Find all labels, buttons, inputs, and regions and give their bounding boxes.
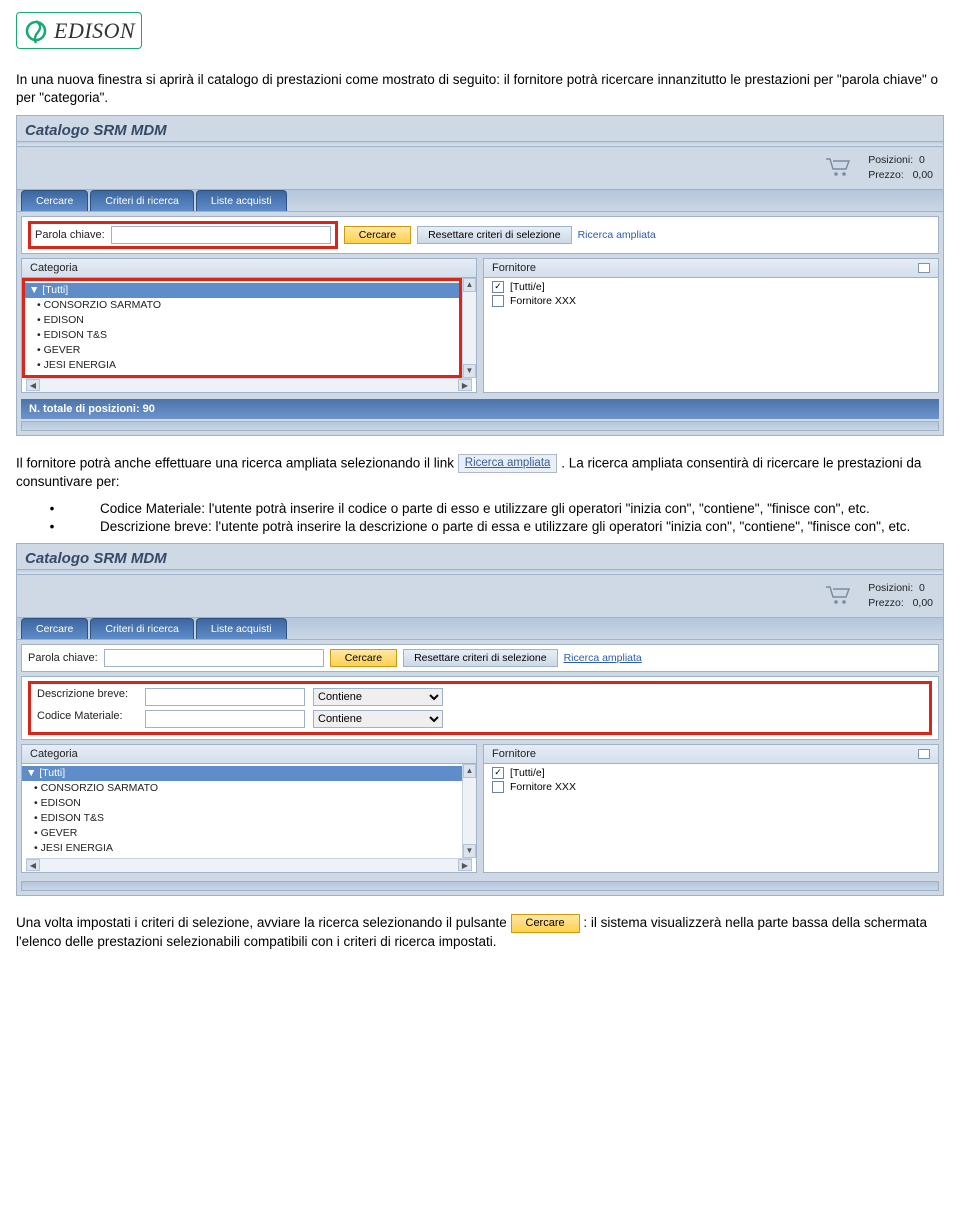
list-item[interactable]: Fornitore XXX [488, 294, 934, 308]
checkbox-icon[interactable]: ✓ [492, 281, 504, 293]
list-item[interactable]: • CONSORZIO SARMATO [25, 298, 459, 313]
total-positions: N. totale di posizioni: 90 [21, 399, 939, 419]
codice-label: Codice Materiale: [37, 710, 137, 728]
list-item[interactable]: ▼ [Tutti] [22, 766, 462, 781]
fornitore-header: Fornitore [492, 262, 536, 274]
tab-criteri[interactable]: Criteri di ricerca [90, 618, 194, 639]
cart-summary: Posizioni: 0 Prezzo: 0,00 [868, 153, 933, 182]
categoria-header: Categoria [30, 748, 78, 760]
srm-title: Catalogo SRM MDM [17, 116, 943, 141]
list-item[interactable]: • JESI ENERGIA [25, 358, 459, 373]
tab-cercare[interactable]: Cercare [21, 190, 88, 211]
keyword-label: Parola chiave: [28, 652, 98, 664]
keyword-label: Parola chiave: [35, 229, 105, 241]
scroll-down-icon[interactable]: ▼ [463, 844, 476, 858]
scroll-up-icon[interactable]: ▲ [463, 278, 476, 292]
scroll-down-icon[interactable]: ▼ [463, 364, 476, 378]
descrizione-input[interactable] [145, 688, 305, 706]
collapse-icon[interactable] [918, 263, 930, 273]
edison-logo: EDISON [16, 12, 142, 49]
vertical-scrollbar[interactable]: ▲ ▼ [462, 278, 476, 378]
horizontal-scrollbar[interactable]: ◀ ▶ [26, 378, 472, 392]
list-item[interactable]: • EDISON [22, 796, 462, 811]
cercare-button[interactable]: Cercare [344, 226, 411, 244]
categoria-list[interactable]: ▼ [Tutti] • CONSORZIO SARMATO • EDISON •… [22, 278, 462, 378]
ricerca-ampliata-link[interactable]: Ricerca ampliata [564, 652, 642, 664]
list-item[interactable]: • EDISON [25, 313, 459, 328]
scroll-left-icon[interactable]: ◀ [26, 859, 40, 871]
descrizione-operator-select[interactable]: Contiene [313, 688, 443, 706]
scroll-up-icon[interactable]: ▲ [463, 764, 476, 778]
list-item[interactable]: • CONSORZIO SARMATO [22, 781, 462, 796]
paragraph-ricerca-ampliata: Il fornitore potrà anche effettuare una … [16, 454, 944, 492]
cart-icon [824, 156, 854, 181]
tab-liste[interactable]: Liste acquisti [196, 190, 287, 211]
keyword-input[interactable] [104, 649, 324, 667]
list-item[interactable]: ✓ [Tutti/e] [488, 766, 934, 780]
cercare-button[interactable]: Cercare [330, 649, 397, 667]
logo-text: EDISON [54, 18, 135, 44]
tab-cercare[interactable]: Cercare [21, 618, 88, 639]
list-item[interactable]: • JESI ENERGIA [22, 841, 462, 856]
tab-liste[interactable]: Liste acquisti [196, 618, 287, 639]
vertical-scrollbar[interactable]: ▲ ▼ [462, 764, 476, 858]
list-item[interactable]: • GEVER [22, 826, 462, 841]
cart-icon [824, 584, 854, 609]
srm-title: Catalogo SRM MDM [17, 544, 943, 569]
inline-ricerca-ampliata-link[interactable]: Ricerca ampliata [458, 454, 558, 474]
inline-cercare-button[interactable]: Cercare [511, 914, 580, 933]
bullet-codice-materiale: Codice Materiale: l'utente potrà inserir… [100, 500, 870, 519]
checkbox-icon[interactable] [492, 295, 504, 307]
reset-button[interactable]: Resettare criteri di selezione [403, 649, 557, 667]
categoria-list[interactable]: ▼ [Tutti] • CONSORZIO SARMATO • EDISON •… [22, 764, 462, 858]
descrizione-label: Descrizione breve: [37, 688, 137, 706]
scroll-right-icon[interactable]: ▶ [458, 859, 472, 871]
list-item[interactable]: Fornitore XXX [488, 780, 934, 794]
fornitore-header: Fornitore [492, 748, 536, 760]
list-item[interactable]: • EDISON T&S [25, 328, 459, 343]
keyword-input[interactable] [111, 226, 331, 244]
screenshot-catalogo-2: Catalogo SRM MDM Posizioni: 0 Prezzo: 0,… [16, 543, 944, 895]
scroll-left-icon[interactable]: ◀ [26, 379, 40, 391]
list-item[interactable]: • GEVER [25, 343, 459, 358]
tab-criteri[interactable]: Criteri di ricerca [90, 190, 194, 211]
checkbox-icon[interactable]: ✓ [492, 767, 504, 779]
checkbox-icon[interactable] [492, 781, 504, 793]
codice-input[interactable] [145, 710, 305, 728]
paragraph-avviare-ricerca: Una volta impostati i criteri di selezio… [16, 914, 944, 951]
logo-mark-icon [21, 16, 51, 46]
fornitore-list[interactable]: ✓ [Tutti/e] Fornitore XXX [484, 764, 938, 796]
cart-summary: Posizioni: 0 Prezzo: 0,00 [868, 581, 933, 610]
list-item[interactable]: ▼ [Tutti] [25, 283, 459, 298]
fornitore-list[interactable]: ✓ [Tutti/e] Fornitore XXX [484, 278, 938, 310]
intro-paragraph-1: In una nuova finestra si aprirà il catal… [16, 71, 944, 107]
list-item[interactable]: • EDISON T&S [22, 811, 462, 826]
collapse-icon[interactable] [918, 749, 930, 759]
list-item[interactable]: ✓ [Tutti/e] [488, 280, 934, 294]
ricerca-ampliata-link[interactable]: Ricerca ampliata [578, 229, 656, 241]
scroll-right-icon[interactable]: ▶ [458, 379, 472, 391]
bullet-descrizione-breve: Descrizione breve: l'utente potrà inseri… [100, 518, 910, 537]
categoria-header: Categoria [30, 262, 78, 274]
codice-operator-select[interactable]: Contiene [313, 710, 443, 728]
screenshot-catalogo-1: Catalogo SRM MDM Posizioni: 0 Prezzo: 0,… [16, 115, 944, 435]
reset-button[interactable]: Resettare criteri di selezione [417, 226, 571, 244]
horizontal-scrollbar[interactable]: ◀ ▶ [26, 858, 472, 872]
advanced-search-panel: Descrizione breve: Contiene Codice Mater… [28, 681, 932, 735]
